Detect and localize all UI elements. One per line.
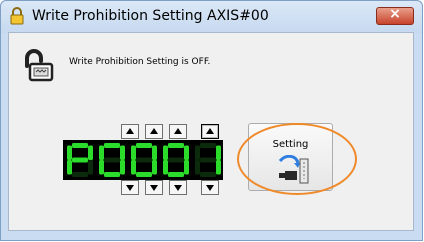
digit-2-segment-b	[120, 145, 125, 160]
digit-4-segment-a	[168, 143, 184, 148]
digit-5-segment-g	[200, 157, 216, 163]
digit-5-segment-b	[216, 145, 221, 160]
digit-5-segment-c	[216, 160, 221, 175]
digit-1-segment-e	[67, 160, 72, 175]
digit-2-segment-d	[104, 172, 120, 177]
digit-5-segment-e	[195, 160, 200, 175]
display-digits	[67, 143, 221, 177]
digit-1-segment-b	[88, 145, 93, 160]
digit-4-segment-e	[163, 160, 168, 175]
digit-3-segment-f	[131, 145, 136, 160]
digit-5-segment-a	[200, 143, 216, 148]
digit-1-segment-f	[67, 145, 72, 160]
digit-4-segment-c	[184, 160, 189, 175]
digit-4-segment-b	[184, 145, 189, 160]
digit-3-down-button[interactable]	[145, 180, 163, 195]
digit-3-up-button[interactable]	[145, 124, 163, 139]
digit-1-segment-g	[72, 157, 88, 163]
digit-3-segment-a	[136, 143, 152, 148]
digit-4-segment-f	[163, 145, 168, 160]
title-bar[interactable]: Write Prohibition Setting AXIS#00 ×	[1, 1, 422, 33]
padlock-icon	[10, 7, 24, 25]
digit-1-segment-c	[88, 160, 93, 175]
digit-2-segment-a	[104, 143, 120, 148]
digit-2-segment-f	[99, 145, 104, 160]
digit-1-segment-a	[72, 143, 88, 148]
close-button[interactable]: ×	[376, 6, 414, 25]
digit-1-up-button[interactable]	[201, 124, 219, 139]
window-title: Write Prohibition Setting AXIS#00	[32, 8, 269, 24]
digit-3-segment-d	[136, 172, 152, 177]
digit-2-segment-c	[120, 160, 125, 175]
digit-1-segment-d	[72, 172, 88, 177]
digit-2-segment-e	[99, 160, 104, 175]
digit-4-down-button[interactable]	[121, 180, 139, 195]
digit-5-segment-d	[200, 172, 216, 177]
digit-4-segment-g	[168, 157, 184, 163]
digit-3-segment-b	[152, 145, 157, 160]
seven-segment-display	[63, 140, 223, 180]
status-message: Write Prohibition Setting is OFF.	[69, 57, 211, 67]
digit-2-down-button[interactable]	[169, 180, 187, 195]
digit-2-segment-g	[104, 157, 120, 163]
digit-2-up-button[interactable]	[169, 124, 187, 139]
unlocked-padlock-icon	[25, 49, 54, 82]
digit-3-segment-e	[131, 160, 136, 175]
digit-1-down-button[interactable]	[201, 180, 219, 195]
digit-4-segment-d	[168, 172, 184, 177]
digit-5-segment-f	[195, 145, 200, 160]
digit-4-up-button[interactable]	[121, 124, 139, 139]
digit-3-segment-c	[152, 160, 157, 175]
digit-3-segment-g	[136, 157, 152, 163]
setting-highlight-ellipse	[237, 123, 357, 195]
close-icon: ×	[389, 6, 401, 22]
